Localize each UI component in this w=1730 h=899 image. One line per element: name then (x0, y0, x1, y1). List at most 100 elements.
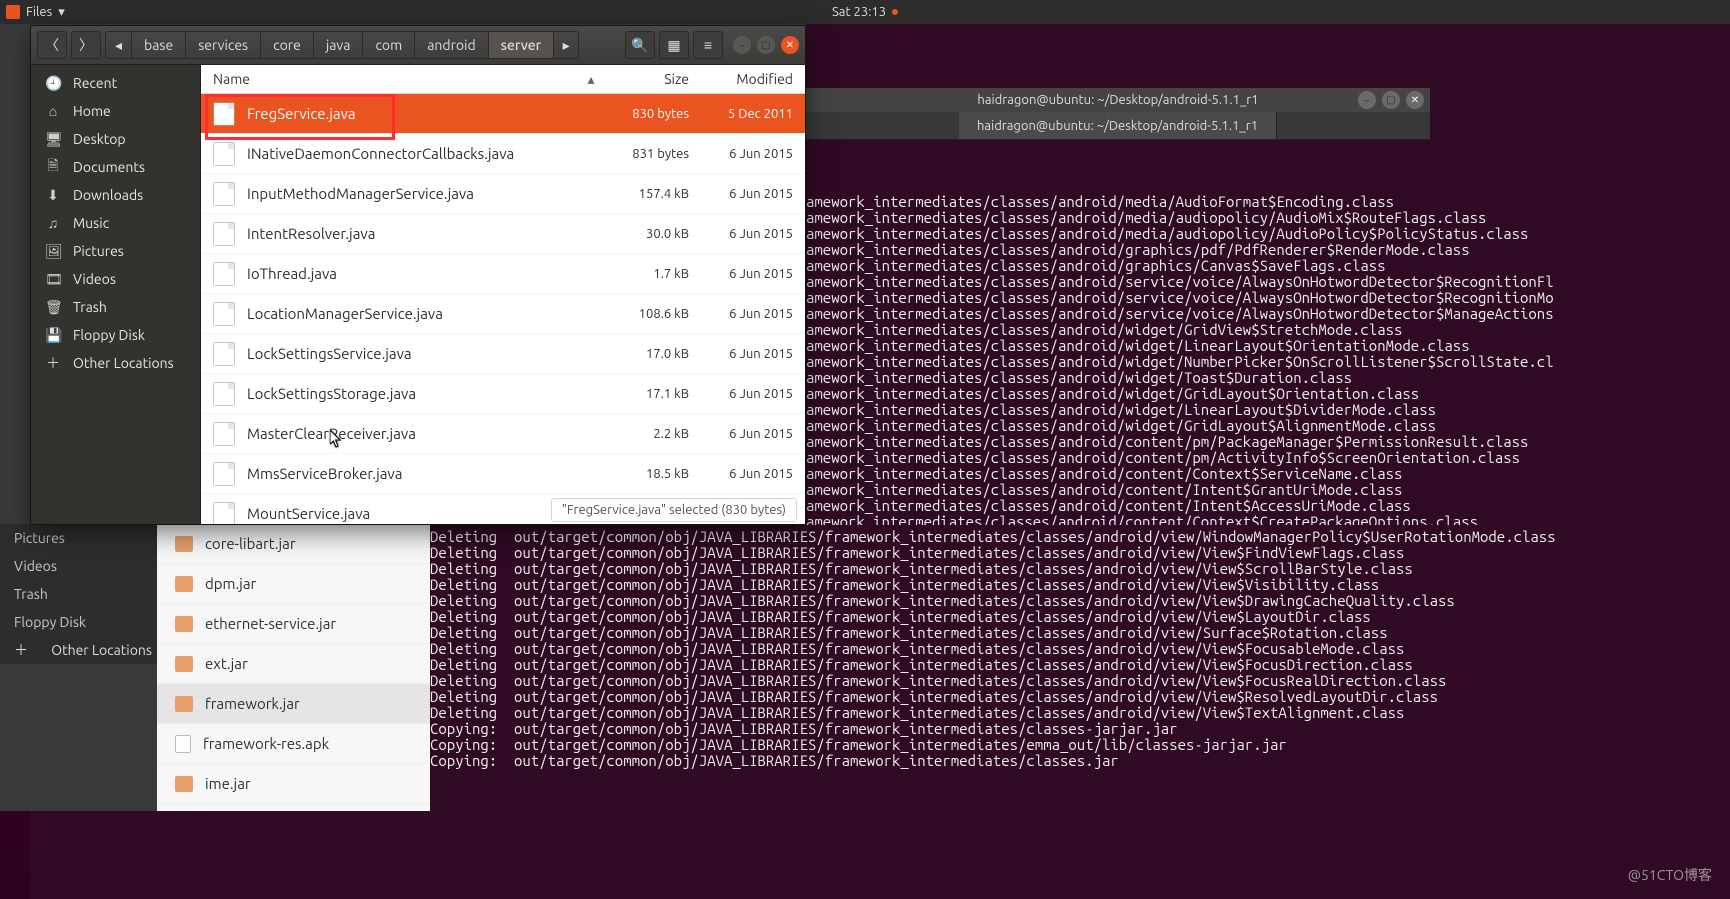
column-header-size[interactable]: Size (609, 71, 705, 87)
java-file-icon (213, 222, 235, 246)
sidebar-item-music[interactable]: ♫Music (31, 209, 200, 237)
java-file-icon (213, 182, 235, 206)
java-file-icon (213, 142, 235, 166)
crumb-android[interactable]: android (415, 32, 488, 58)
videos-icon: 🎞 (45, 271, 61, 288)
sort-indicator-icon[interactable]: ▴ (573, 71, 609, 88)
crumb-services[interactable]: services (186, 32, 261, 58)
breadcrumb-overflow-icon[interactable]: ▸ (554, 32, 578, 58)
sidebar-item-home[interactable]: ⌂Home (31, 97, 200, 125)
file-row[interactable]: LockSettingsService.java17.0 kB6 Jun 201… (201, 334, 805, 374)
sidebar-item-trash[interactable]: 🗑Trash (31, 293, 200, 321)
terminal-window-header: haidragon@ubuntu: ~/Desktop/android-5.1.… (806, 88, 1430, 148)
file-name: IoThread.java (247, 265, 609, 282)
file-row[interactable]: LocationManagerService.java108.6 kB6 Jun… (201, 294, 805, 334)
terminal-titlebar[interactable]: haidragon@ubuntu: ~/Desktop/android-5.1.… (806, 88, 1430, 112)
window-minimize-button[interactable]: – (733, 36, 751, 54)
search-button[interactable]: 🔍 (625, 31, 655, 59)
window-maximize-button[interactable]: ▢ (757, 36, 775, 54)
sidebar-item-pictures[interactable]: 🖼Pictures (31, 237, 200, 265)
sidebar-item-recent[interactable]: 🕘Recent (31, 69, 200, 97)
home-icon: ⌂ (45, 103, 61, 119)
file-manager-sidebar: 🕘Recent ⌂Home 🖥Desktop 🗎Documents ⬇Downl… (31, 65, 201, 524)
terminal-minimize-button[interactable]: – (1358, 91, 1376, 109)
file-row[interactable]: IntentResolver.java30.0 kB6 Jun 2015 (201, 214, 805, 254)
crumb-com[interactable]: com (363, 32, 415, 58)
bg-sidebar-floppy[interactable]: Floppy Disk (0, 608, 157, 636)
bg-sidebar-trash[interactable]: Trash (0, 580, 157, 608)
back-button[interactable]: 〈 (37, 31, 67, 59)
file-row[interactable]: INativeDaemonConnectorCallbacks.java831 … (201, 134, 805, 174)
file-size: 1.7 kB (609, 267, 705, 281)
documents-icon: 🗎 (45, 155, 61, 179)
column-header-modified[interactable]: Modified (705, 71, 805, 87)
forward-button[interactable]: 〉 (71, 31, 101, 59)
system-menubar: Files ▾ Sat 23:13 (0, 0, 1730, 24)
crumb-server[interactable]: server (489, 32, 554, 58)
file-row[interactable]: MmsServiceBroker.java18.5 kB6 Jun 2015 (201, 454, 805, 494)
file-modified: 6 Jun 2015 (705, 267, 805, 281)
view-grid-button[interactable]: ▦ (659, 31, 689, 59)
file-list: Name ▴ Size Modified FregService.java830… (201, 65, 805, 524)
folder-icon (175, 536, 193, 552)
terminal-title: haidragon@ubuntu: ~/Desktop/android-5.1.… (977, 93, 1258, 107)
crumb-core[interactable]: core (261, 32, 314, 58)
grid-icon: ▦ (667, 37, 680, 54)
folder-icon (175, 576, 193, 592)
file-row[interactable]: MasterClearReceiver.java2.2 kB6 Jun 2015 (201, 414, 805, 454)
java-file-icon (213, 102, 235, 126)
menubar-clock[interactable]: Sat 23:13 (832, 5, 898, 19)
floppy-icon: 💾 (45, 327, 61, 344)
sidebar-item-desktop[interactable]: 🖥Desktop (31, 125, 200, 153)
hamburger-menu-button[interactable]: ≡ (693, 31, 723, 59)
file-row[interactable]: FregService.java830 bytes5 Dec 2011 (201, 94, 805, 134)
pictures-icon: 🖼 (45, 243, 61, 260)
bg-sidebar-pictures[interactable]: Pictures (0, 524, 157, 552)
folder-icon (175, 616, 193, 632)
crumb-java[interactable]: java (314, 32, 364, 58)
menubar-app[interactable]: Files ▾ (6, 5, 65, 20)
search-icon: 🔍 (631, 37, 648, 54)
sidebar-item-downloads[interactable]: ⬇Downloads (31, 181, 200, 209)
file-modified: 6 Jun 2015 (705, 187, 805, 201)
sidebar-item-documents[interactable]: 🗎Documents (31, 153, 200, 181)
file-row[interactable]: IoThread.java1.7 kB6 Jun 2015 (201, 254, 805, 294)
file-row[interactable]: InputMethodManagerService.java157.4 kB6 … (201, 174, 805, 214)
java-file-icon (213, 342, 235, 366)
bg-sidebar-other[interactable]: ＋ Other Locations (0, 636, 157, 664)
java-file-icon (213, 302, 235, 326)
java-file-icon (213, 262, 235, 286)
file-name: LocationManagerService.java (247, 305, 609, 322)
file-name: INativeDaemonConnectorCallbacks.java (247, 145, 609, 162)
java-file-icon (213, 422, 235, 446)
terminal-tab[interactable]: haidragon@ubuntu: ~/Desktop/android-5.1.… (959, 112, 1277, 139)
file-modified: 5 Dec 2011 (705, 107, 805, 121)
java-file-icon (213, 382, 235, 406)
file-name: MasterClearReceiver.java (247, 425, 609, 442)
breadcrumb: ◂ base services core java com android se… (105, 31, 579, 59)
file-row[interactable]: LockSettingsStorage.java17.1 kB6 Jun 201… (201, 374, 805, 414)
column-header-name[interactable]: Name (213, 71, 573, 87)
dropdown-triangle-icon: ▾ (58, 5, 65, 20)
file-size: 108.6 kB (609, 307, 705, 321)
file-name: InputMethodManagerService.java (247, 185, 609, 202)
crumb-base[interactable]: base (132, 32, 186, 58)
downloads-icon: ⬇ (45, 187, 61, 204)
file-size: 157.4 kB (609, 187, 705, 201)
plus-icon: ＋ (45, 353, 61, 373)
desktop-icon: 🖥 (45, 131, 61, 148)
file-name: LockSettingsService.java (247, 345, 609, 362)
terminal-close-button[interactable]: ✕ (1406, 91, 1424, 109)
terminal-maximize-button[interactable]: ▢ (1382, 91, 1400, 109)
breadcrumb-root-icon[interactable]: ◂ (106, 32, 132, 58)
file-size: 2.2 kB (609, 427, 705, 441)
file-modified: 6 Jun 2015 (705, 307, 805, 321)
music-icon: ♫ (45, 215, 61, 231)
window-close-button[interactable]: ✕ (781, 36, 799, 54)
bg-sidebar: Pictures Videos Trash Floppy Disk ＋ Othe… (0, 524, 157, 664)
sidebar-item-other[interactable]: ＋Other Locations (31, 349, 200, 377)
bg-sidebar-videos[interactable]: Videos (0, 552, 157, 580)
sidebar-item-videos[interactable]: 🎞Videos (31, 265, 200, 293)
folder-icon (175, 696, 193, 712)
sidebar-item-floppy[interactable]: 💾Floppy Disk (31, 321, 200, 349)
